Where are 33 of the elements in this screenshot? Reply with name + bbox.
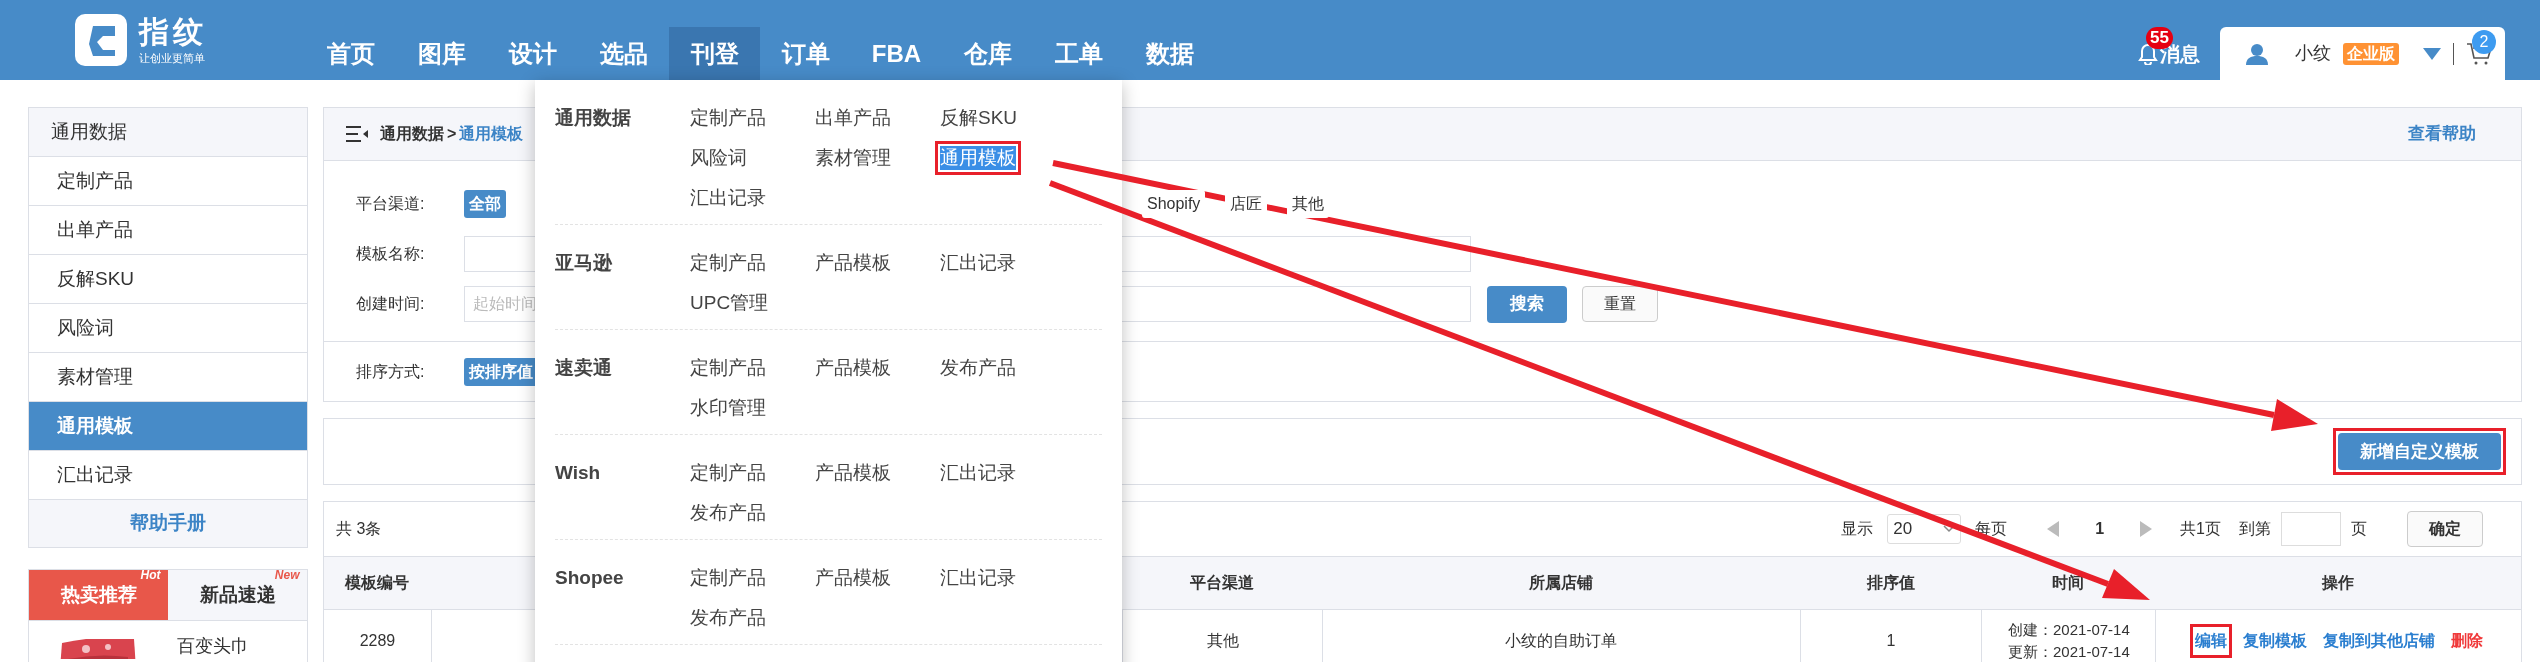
field-label: 创建时间:: [356, 294, 426, 314]
table-cell: 1: [1799, 610, 1982, 662]
breadcrumb-separator: >: [447, 124, 457, 144]
menu-section-title: 速卖通: [555, 356, 613, 380]
page-unit: 页: [2351, 519, 2367, 539]
logo-text: 指纹: [139, 16, 207, 47]
menu-section-title: 通用数据: [555, 106, 632, 130]
updated-date: 更新：2021-07-14: [2008, 641, 2130, 662]
field-label: 平台渠道:: [356, 194, 426, 214]
user-name: 小纹: [2295, 42, 2331, 65]
table-cell: 小纹的自助订单: [1322, 610, 1800, 662]
breadcrumb-current: 通用模板: [459, 124, 524, 144]
column-header: 所属店铺: [1528, 573, 1593, 593]
column-header: 时间: [2052, 573, 2085, 593]
field-label: 模板名称:: [356, 244, 426, 264]
slogan: 让创业更简单: [139, 52, 206, 64]
column-header: 操作: [2322, 573, 2355, 593]
column-header: 模板编号: [345, 573, 410, 593]
edition-badge: 企业版: [2343, 42, 2399, 65]
menu-section-title: 亚马逊: [555, 251, 613, 275]
menu-section-title: Shopee: [555, 566, 625, 590]
page-total: 共1页: [2180, 519, 2221, 539]
sidebar-title: 通用数据: [29, 108, 307, 156]
created-date: 创建：2021-07-14: [2008, 619, 2130, 640]
menu-section-title: Wish: [555, 461, 602, 485]
goto-label: 到第: [2239, 519, 2271, 539]
column-header: 平台渠道: [1190, 573, 1255, 593]
current-page: 1: [2095, 519, 2105, 539]
total-count: 共 3条: [336, 519, 382, 539]
show-label: 显示: [1841, 519, 1874, 539]
column-header: 排序值: [1866, 573, 1915, 593]
field-label: 排序方式:: [356, 361, 426, 382]
table-cell-text: 2289: [358, 630, 397, 651]
